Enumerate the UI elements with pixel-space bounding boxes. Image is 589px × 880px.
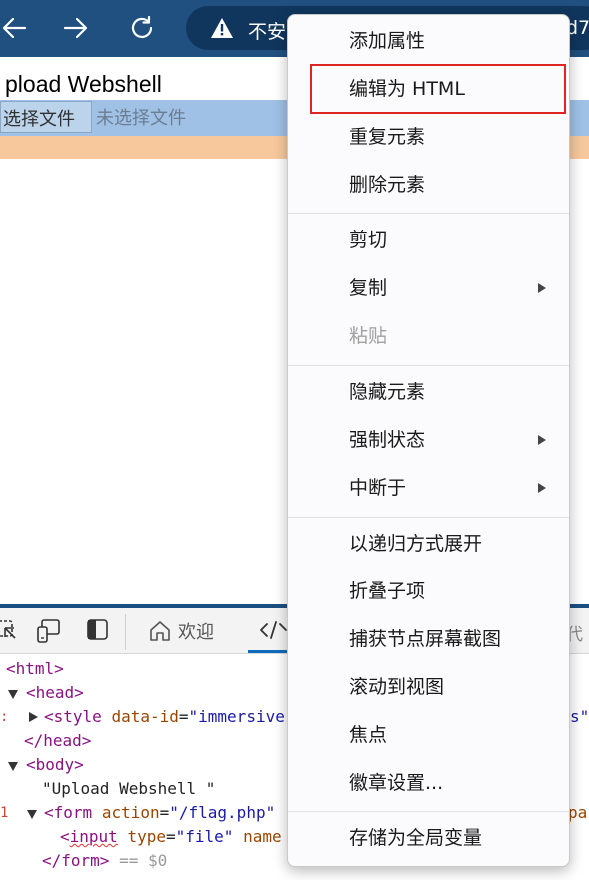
active-tab-indicator	[248, 650, 292, 653]
expand-form-icon[interactable]	[27, 810, 37, 819]
highlight-annotation	[310, 64, 566, 114]
form-val: "/flag.php"	[169, 803, 276, 822]
expand-body-icon[interactable]	[8, 762, 18, 771]
context-menu: 添加属性 编辑为 HTML 重复元素 删除元素 剪切 复制 粘贴 隐藏元素 强制…	[287, 14, 570, 867]
menu-item-expand-recursively[interactable]: 以递归方式展开	[288, 522, 569, 566]
dom-node-form-close[interactable]: </form> == $0	[42, 849, 167, 873]
code-brackets-icon	[260, 621, 287, 639]
menu-item-collapse-children[interactable]: 折叠子项	[288, 569, 569, 613]
choose-file-button[interactable]: 选择文件	[0, 101, 92, 133]
refresh-button[interactable]	[120, 6, 164, 50]
submenu-arrow-icon	[538, 435, 546, 445]
style-tag: <style	[44, 707, 102, 726]
dom-node-style[interactable]: <style data-id="immersive	[44, 705, 285, 729]
back-button[interactable]	[0, 6, 36, 50]
forward-arrow-icon	[63, 17, 88, 39]
menu-item-copy-label: 复制	[349, 277, 388, 299]
form-attr-tail: pa	[568, 803, 588, 822]
dom-node-body[interactable]: <body>	[26, 753, 84, 777]
tab-welcome[interactable]: 欢迎	[148, 618, 214, 644]
style-val: "immersive	[188, 707, 285, 726]
submenu-arrow-icon	[538, 483, 546, 493]
tab-elements[interactable]	[258, 618, 288, 646]
gutter-colon: :	[0, 709, 9, 725]
form-close-tag: </form>	[42, 851, 110, 870]
menu-item-add-attribute[interactable]: 添加属性	[288, 19, 569, 63]
input-type-val: "file"	[175, 827, 234, 846]
menu-item-force-state-label: 强制状态	[349, 429, 426, 451]
menu-item-badge-settings[interactable]: 徽章设置...	[288, 761, 569, 805]
html-open-tag: <html>	[6, 659, 64, 678]
menu-separator	[288, 811, 569, 812]
submenu-arrow-icon	[538, 283, 546, 293]
tab-separator	[125, 614, 126, 650]
expand-style-icon[interactable]	[29, 712, 38, 722]
menu-item-hide-element[interactable]: 隐藏元素	[288, 370, 569, 414]
menu-item-capture-node-screenshot[interactable]: 捕获节点屏幕截图	[288, 617, 569, 661]
dom-node-head[interactable]: <head>	[26, 681, 84, 705]
menu-item-store-as-global-variable[interactable]: 存储为全局变量	[288, 816, 569, 860]
dom-node-head-close[interactable]: </head>	[24, 729, 91, 753]
warning-icon[interactable]	[210, 17, 234, 39]
style-val-tail: s"	[570, 707, 589, 726]
menu-item-delete-element[interactable]: 删除元素	[288, 163, 569, 207]
menu-item-paste: 粘贴	[349, 325, 388, 347]
gutter-mark: 1	[0, 805, 9, 821]
forward-button[interactable]	[54, 6, 98, 50]
back-arrow-icon	[2, 17, 27, 39]
tab-welcome-label: 欢迎	[178, 622, 214, 643]
menu-separator	[288, 213, 569, 214]
head-open-tag: <head>	[26, 683, 84, 702]
input-lt: <	[60, 827, 70, 846]
input-eq: =	[165, 827, 176, 846]
menu-item-break-on-label: 中断于	[349, 477, 407, 499]
menu-item-scroll-into-view[interactable]: 滚动到视图	[288, 665, 569, 709]
dom-node-form[interactable]: <form action="/flag.php"	[44, 801, 275, 825]
toggle-drawer-icon[interactable]	[86, 618, 110, 642]
menu-item-duplicate-element[interactable]: 重复元素	[288, 115, 569, 159]
style-eq: =	[178, 707, 189, 726]
menu-separator	[288, 517, 569, 518]
menu-item-focus[interactable]: 焦点	[288, 713, 569, 757]
inspect-element-icon[interactable]	[0, 618, 18, 642]
input-type-attr: type	[127, 827, 166, 846]
file-status-text: 未选择文件	[96, 108, 186, 129]
menu-item-force-state[interactable]: 强制状态	[288, 418, 569, 462]
body-open-tag: <body>	[26, 755, 84, 774]
dom-text-node[interactable]: "Upload Webshell "	[42, 777, 215, 801]
style-attr: data-id	[111, 707, 179, 726]
expand-head-icon[interactable]	[8, 690, 18, 699]
device-emulation-icon[interactable]	[36, 618, 64, 644]
page-heading: pload Webshell	[5, 71, 162, 97]
form-eq: =	[159, 803, 170, 822]
input-name-attr: name	[243, 827, 282, 846]
dom-node-input[interactable]: <input type="file" name	[60, 825, 282, 849]
selected-node-indicator: == $0	[119, 851, 168, 870]
menu-item-copy[interactable]: 复制	[288, 266, 569, 310]
menu-separator	[288, 365, 569, 366]
home-icon	[150, 621, 170, 641]
form-tag: <form	[44, 803, 93, 822]
address-text: 不安	[248, 21, 287, 43]
input-tag: input	[69, 827, 118, 846]
refresh-icon	[131, 15, 153, 38]
form-attr: action	[101, 803, 160, 822]
head-close-tag: </head>	[24, 731, 92, 750]
menu-item-cut[interactable]: 剪切	[288, 218, 569, 262]
dom-node-html[interactable]: <html>	[6, 657, 64, 681]
menu-item-break-on[interactable]: 中断于	[288, 466, 569, 510]
